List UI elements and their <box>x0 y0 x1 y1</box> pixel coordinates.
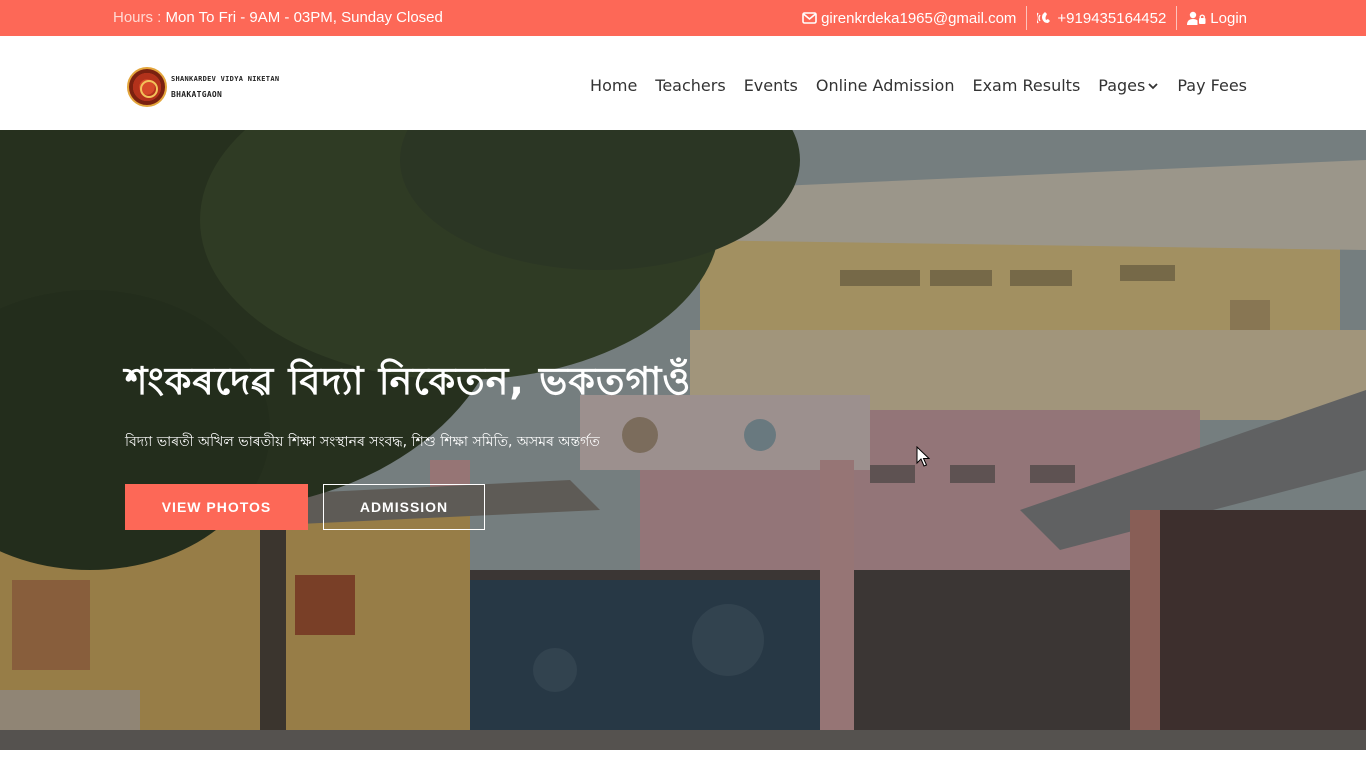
phone-text: +919435164452 <box>1057 9 1167 27</box>
email-link[interactable]: girenkrdeka1965@gmail.com <box>796 6 1022 30</box>
nav-exam-results[interactable]: Exam Results <box>972 76 1080 95</box>
phone-volume-icon <box>1037 12 1051 24</box>
nav-pages[interactable]: Pages <box>1098 76 1159 95</box>
envelope-icon <box>802 12 817 24</box>
main-nav: Home Teachers Events Online Admission Ex… <box>590 76 1247 95</box>
nav-online-admission[interactable]: Online Admission <box>816 76 955 95</box>
site-header: SHANKARDEV VIDYA NIKETAN BHAKATGAON Home… <box>0 36 1366 130</box>
nav-teachers[interactable]: Teachers <box>655 76 725 95</box>
top-info-bar: Hours : Mon To Fri - 9AM - 03PM, Sunday … <box>0 0 1366 36</box>
email-text: girenkrdeka1965@gmail.com <box>821 9 1017 27</box>
hero-subtitle: বিদ্যা ভাৰতী অখিল ভাৰতীয় শিক্ষা সংস্থান… <box>125 434 600 450</box>
user-lock-icon <box>1187 11 1206 25</box>
nav-pages-label: Pages <box>1098 76 1146 95</box>
school-emblem-icon <box>127 67 167 107</box>
hero-title: শংকৰদেৱ বিদ্যা নিকেতন, ভকতগাওঁ <box>125 359 692 403</box>
office-hours: Hours : Mon To Fri - 9AM - 03PM, Sunday … <box>113 9 443 26</box>
hours-label: Hours : <box>113 9 166 26</box>
mouse-pointer-icon <box>916 446 930 467</box>
hours-value: Mon To Fri - 9AM - 03PM, Sunday Closed <box>165 9 443 26</box>
nav-home[interactable]: Home <box>590 76 637 95</box>
nav-pay-fees[interactable]: Pay Fees <box>1177 76 1247 95</box>
nav-events[interactable]: Events <box>744 76 798 95</box>
view-photos-button[interactable]: VIEW PHOTOS <box>125 484 308 530</box>
login-text: Login <box>1210 9 1247 27</box>
login-link[interactable]: Login <box>1181 6 1253 30</box>
phone-link[interactable]: +919435164452 <box>1031 6 1172 30</box>
divider <box>1176 6 1178 30</box>
site-logo[interactable]: SHANKARDEV VIDYA NIKETAN BHAKATGAON <box>127 67 279 107</box>
admission-button[interactable]: ADMISSION <box>323 484 485 530</box>
brand-location: BHAKATGAON <box>171 90 223 99</box>
chevron-down-icon <box>1148 82 1158 89</box>
divider <box>1026 6 1028 30</box>
hero-banner: শংকৰদেৱ বিদ্যা নিকেতন, ভকতগাওঁ বিদ্যা ভা… <box>0 130 1366 750</box>
brand-name: SHANKARDEV VIDYA NIKETAN <box>171 75 280 83</box>
